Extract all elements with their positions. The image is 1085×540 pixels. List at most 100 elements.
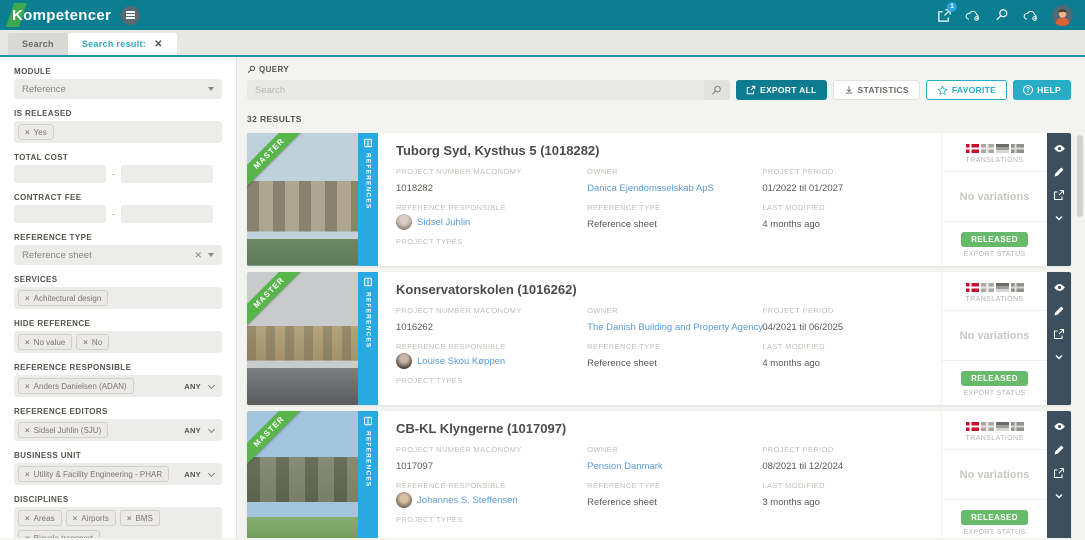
query-input[interactable] <box>247 84 704 96</box>
match-mode-dropdown[interactable]: ANY <box>184 381 218 391</box>
tag-no[interactable]: No <box>76 334 110 350</box>
business-unit-field[interactable]: Utility & Facility Engineering - PHAR AN… <box>14 463 222 485</box>
result-card[interactable]: MASTER REFERENCES Konservatorskolen (101… <box>247 272 1071 405</box>
export-card-icon[interactable] <box>1053 466 1066 479</box>
hide-reference-field[interactable]: No value No <box>14 331 222 353</box>
remove-tag-icon[interactable] <box>83 338 88 347</box>
clear-icon[interactable]: ✕ <box>194 250 202 261</box>
responsible-link[interactable]: Sidsel Juhlin <box>417 217 470 228</box>
tag-yes[interactable]: Yes <box>18 124 54 140</box>
owner-link[interactable]: Pension Danmark <box>587 461 663 472</box>
remove-tag-icon[interactable] <box>25 514 30 523</box>
project-image[interactable]: MASTER REFERENCES <box>247 133 378 266</box>
export-card-icon[interactable] <box>1053 327 1066 340</box>
chevron-down-icon <box>207 381 216 389</box>
close-tab-icon[interactable]: ✕ <box>154 39 163 50</box>
results-main: QUERY EXPORT ALL STATISTICS <box>237 57 1085 538</box>
remove-tag-icon[interactable] <box>25 426 30 435</box>
query-search-button[interactable] <box>703 80 730 100</box>
menu-button[interactable] <box>121 5 141 25</box>
expand-icon[interactable] <box>1053 211 1066 224</box>
tab-search-result[interactable]: Search result: ✕ <box>67 33 177 55</box>
flag-uk-icon[interactable] <box>980 283 994 292</box>
flag-danish-icon[interactable] <box>965 283 979 292</box>
flag-uk-icon[interactable] <box>980 422 994 431</box>
tag-bicycle-transport[interactable]: Bicycle transport <box>18 530 100 538</box>
remove-tag-icon[interactable] <box>25 338 30 347</box>
is-released-field[interactable]: Yes <box>14 121 222 143</box>
contract-fee-min-input[interactable] <box>14 205 106 223</box>
project-image[interactable]: MASTER REFERENCES <box>247 411 378 538</box>
remove-tag-icon[interactable] <box>25 294 30 303</box>
reference-type-select[interactable]: Reference sheet ✕ <box>14 245 222 265</box>
owner-link[interactable]: The Danish Building and Property Agency <box>587 322 763 333</box>
flag-danish-icon[interactable] <box>965 144 979 153</box>
remove-tag-icon[interactable] <box>25 128 30 137</box>
search-admin-icon[interactable] <box>994 7 1010 23</box>
remove-tag-icon[interactable] <box>73 514 78 523</box>
tag-bms[interactable]: BMS <box>119 510 160 526</box>
export-icon[interactable]: 1 <box>936 2 957 23</box>
expand-icon[interactable] <box>1053 489 1066 502</box>
cloud-sync-icon[interactable] <box>965 7 981 23</box>
edit-icon[interactable] <box>1053 304 1066 317</box>
responsible-link[interactable]: Louise Skou Køppen <box>417 356 505 367</box>
tag-areas[interactable]: Areas <box>18 510 62 526</box>
reference-responsible-field[interactable]: Anders Danielsen (ADAN) ANY <box>14 375 222 397</box>
flag-swedish-icon[interactable] <box>1010 422 1024 431</box>
result-card[interactable]: MASTER REFERENCES Tuborg Syd, Kysthus 5 … <box>247 133 1071 266</box>
owner-link[interactable]: Danica Ejendomsselskab ApS <box>587 183 714 194</box>
tag-anders-danielsen[interactable]: Anders Danielsen (ADAN) <box>18 378 134 394</box>
match-mode-dropdown[interactable]: ANY <box>184 425 218 435</box>
tag-no-value[interactable]: No value <box>18 334 73 350</box>
export-all-button[interactable]: EXPORT ALL <box>735 80 827 100</box>
results-count: 32 RESULTS <box>247 114 302 124</box>
tag-airports[interactable]: Airports <box>65 510 116 526</box>
filter-sidebar: MODULE Reference IS RELEASED Yes TOTAL C… <box>0 57 237 538</box>
export-card-icon[interactable] <box>1053 188 1066 201</box>
total-cost-max-input[interactable] <box>121 165 213 183</box>
disciplines-field[interactable]: Areas Airports BMS Bicycle transport SEA… <box>14 507 222 538</box>
tab-search[interactable]: Search <box>8 33 68 55</box>
flag-german-icon[interactable] <box>995 144 1009 153</box>
statistics-button[interactable]: STATISTICS <box>832 80 920 100</box>
translation-flags <box>942 283 1047 292</box>
expand-icon[interactable] <box>1053 350 1066 363</box>
flag-danish-icon[interactable] <box>965 422 979 431</box>
view-icon[interactable] <box>1053 142 1066 155</box>
flag-swedish-icon[interactable] <box>1010 144 1024 153</box>
reference-editors-field[interactable]: Sidsel Juhlin (SJU) ANY <box>14 419 222 441</box>
flag-german-icon[interactable] <box>995 422 1009 431</box>
module-select[interactable]: Reference <box>14 79 222 99</box>
total-cost-min-input[interactable] <box>14 165 106 183</box>
remove-tag-icon[interactable] <box>127 514 132 523</box>
view-icon[interactable] <box>1053 420 1066 433</box>
card-action-bar <box>1047 133 1071 266</box>
remove-tag-icon[interactable] <box>25 382 30 391</box>
star-icon <box>937 84 948 95</box>
match-mode-dropdown[interactable]: ANY <box>184 469 218 479</box>
user-avatar[interactable] <box>1052 4 1073 26</box>
scrollbar-thumb[interactable] <box>1077 135 1083 217</box>
tag-architectural-design[interactable]: Achitectural design <box>18 290 109 306</box>
edit-icon[interactable] <box>1053 443 1066 456</box>
edit-icon[interactable] <box>1053 165 1066 178</box>
chevron-down-icon <box>208 253 214 257</box>
cloud-settings-icon[interactable] <box>1023 7 1039 23</box>
flag-swedish-icon[interactable] <box>1010 283 1024 292</box>
remove-tag-icon[interactable] <box>25 534 30 539</box>
remove-tag-icon[interactable] <box>25 470 30 479</box>
tag-utility-facility[interactable]: Utility & Facility Engineering - PHAR <box>18 466 170 482</box>
result-card[interactable]: MASTER REFERENCES CB-KL Klyngerne (10170… <box>247 411 1071 538</box>
flag-german-icon[interactable] <box>995 283 1009 292</box>
responsible-link[interactable]: Johannes S. Steffensen <box>417 495 518 506</box>
flag-uk-icon[interactable] <box>980 144 994 153</box>
view-icon[interactable] <box>1053 281 1066 294</box>
tag-sidsel-juhlin[interactable]: Sidsel Juhlin (SJU) <box>18 422 109 438</box>
project-number: 1016262 <box>396 322 433 333</box>
contract-fee-max-input[interactable] <box>121 205 213 223</box>
project-image[interactable]: MASTER REFERENCES <box>247 272 378 405</box>
help-button[interactable]: ? HELP <box>1013 80 1071 100</box>
services-field[interactable]: Achitectural design <box>14 287 222 309</box>
favorite-button[interactable]: FAVORITE <box>925 80 1008 100</box>
